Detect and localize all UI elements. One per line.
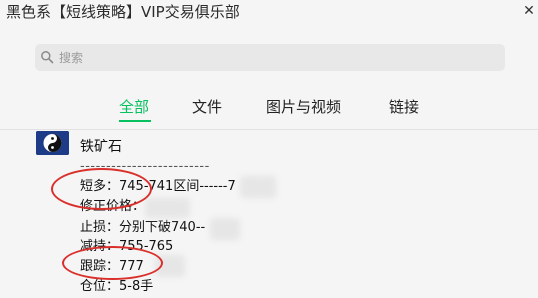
window-title: 黑色系【短线策略】VIP交易俱乐部 [6,3,240,21]
divider [0,129,538,130]
avatar[interactable] [36,131,69,155]
search-input[interactable]: 搜索 [35,44,505,71]
message-line-track: 跟踪：777 [80,259,144,274]
title-bar: 黑色系【短线策略】VIP交易俱乐部 ✕ [0,0,538,26]
tab-images-videos[interactable]: 图片与视频 [266,96,341,117]
redaction-blur [240,176,276,198]
search-icon [41,51,54,64]
chat-history-window: 黑色系【短线策略】VIP交易俱乐部 ✕ 搜索 全部 文件 图片与视频 链接 铁矿… [0,0,538,298]
category-tabs: 全部 文件 图片与视频 链接 [0,96,538,122]
close-button[interactable]: ✕ [520,2,538,20]
redaction-blur [210,218,240,240]
message-line-position: 仓位：5-8手 [80,279,154,294]
tab-files[interactable]: 文件 [192,96,222,117]
message-line-separator: ------------------------- [80,159,210,174]
redaction-blur [155,255,185,277]
active-tab-indicator [119,120,151,122]
redaction-blur [145,198,190,218]
yin-yang-icon [36,131,69,155]
message-line-short-long: 短多：745-741区间------7 [80,179,236,194]
message-line-corrected-price: 修正价格： [80,199,146,214]
search-placeholder: 搜索 [59,51,84,65]
sender-name[interactable]: 铁矿石 [80,138,122,156]
message-line-stop-loss: 止损：分别下破740-- [80,220,206,235]
tab-links[interactable]: 链接 [389,96,419,117]
message-line-reduce: 减持：755-765 [80,239,174,254]
tab-all[interactable]: 全部 [119,96,149,117]
